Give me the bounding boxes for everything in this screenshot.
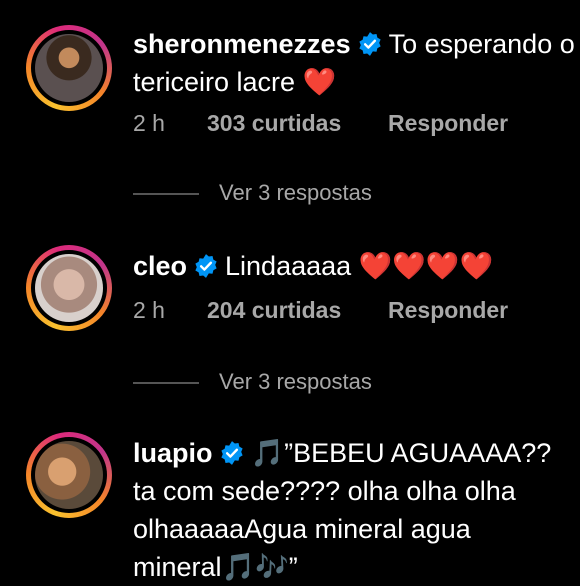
timestamp: 2 h (133, 110, 165, 136)
username[interactable]: luapio (133, 438, 213, 468)
likes-count[interactable]: 204 curtidas (207, 297, 388, 324)
avatar-photo (35, 34, 103, 102)
comment-meta: 2 h 303 curtidas Responder (133, 110, 508, 137)
view-replies-button[interactable]: Ver 3 respostas (133, 180, 372, 206)
divider (133, 193, 199, 196)
avatar-photo (35, 441, 103, 509)
comment-text: cleo Lindaaaaa ❤️❤️❤️❤️ (133, 251, 494, 281)
avatar[interactable] (26, 25, 112, 111)
music-notes-emoji: 🎵🎶 (221, 552, 289, 582)
divider (133, 382, 199, 385)
reply-button[interactable]: Responder (388, 110, 508, 137)
comment-text: luapio 🎵”BEBEU AGUAAAA?? ta com sede???? … (133, 438, 552, 582)
verified-badge-icon (358, 32, 381, 56)
username[interactable]: cleo (133, 251, 187, 281)
likes-count[interactable]: 303 curtidas (207, 110, 388, 137)
timestamp: 2 h (133, 297, 165, 323)
verified-badge-icon (220, 441, 243, 465)
reply-button[interactable]: Responder (388, 297, 508, 324)
view-replies-button[interactable]: Ver 3 respostas (133, 369, 372, 395)
heart-emoji: ❤️ (302, 67, 337, 97)
heart-emoji: ❤️❤️❤️❤️ (358, 251, 494, 281)
avatar[interactable] (26, 432, 112, 518)
avatar-photo (35, 254, 103, 322)
comment-text: sheronmenezzes To esperando o tericeiro l… (133, 29, 575, 97)
music-note-emoji: 🎵 (250, 438, 285, 468)
comment-meta: 2 h 204 curtidas Responder (133, 297, 508, 324)
avatar[interactable] (26, 245, 112, 331)
verified-badge-icon (195, 254, 217, 278)
username[interactable]: sheronmenezzes (133, 29, 351, 59)
